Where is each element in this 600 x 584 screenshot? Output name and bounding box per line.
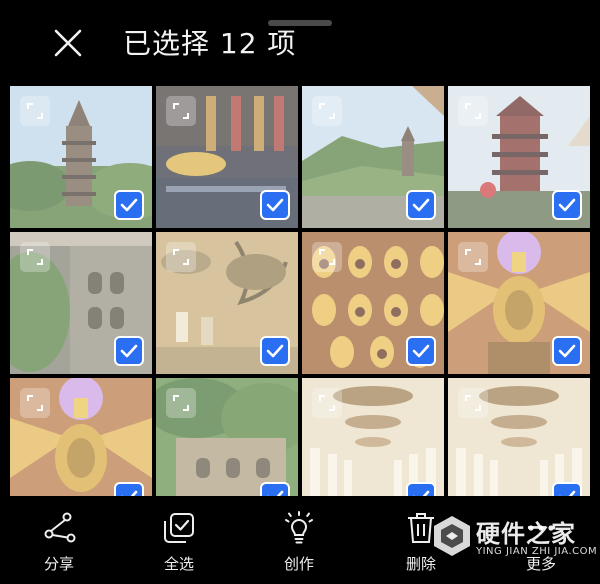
selected-checkbox[interactable] bbox=[260, 482, 290, 496]
watermark-logo-icon bbox=[434, 516, 470, 556]
expand-button[interactable] bbox=[458, 96, 488, 126]
expand-icon bbox=[465, 103, 481, 119]
checkmark-icon bbox=[558, 198, 576, 212]
expand-icon bbox=[173, 395, 189, 411]
photo-tile[interactable] bbox=[156, 232, 298, 374]
selected-checkbox[interactable] bbox=[260, 336, 290, 366]
create-label: 创作 bbox=[283, 555, 314, 573]
checkmark-icon bbox=[120, 198, 138, 212]
checkmark-icon bbox=[558, 344, 576, 358]
watermark-text: 硬件之家 bbox=[476, 520, 576, 548]
expand-icon bbox=[319, 103, 335, 119]
selected-checkbox[interactable] bbox=[406, 190, 436, 220]
photo-tile[interactable] bbox=[10, 378, 152, 496]
selected-checkbox[interactable] bbox=[406, 336, 436, 366]
share-icon bbox=[44, 512, 76, 543]
photo-tile[interactable] bbox=[302, 232, 444, 374]
checkmark-icon bbox=[267, 490, 284, 496]
expand-button[interactable] bbox=[312, 388, 342, 418]
expand-icon bbox=[27, 103, 43, 119]
expand-button[interactable] bbox=[312, 242, 342, 272]
selected-checkbox[interactable] bbox=[406, 482, 436, 496]
photo-tile[interactable] bbox=[10, 86, 152, 228]
expand-icon bbox=[465, 395, 481, 411]
create-icon bbox=[285, 511, 313, 544]
expand-icon bbox=[173, 249, 189, 265]
photo-tile[interactable] bbox=[156, 86, 298, 228]
close-button[interactable] bbox=[52, 27, 84, 59]
expand-icon bbox=[465, 249, 481, 265]
expand-button[interactable] bbox=[166, 96, 196, 126]
create-button[interactable]: 创作 bbox=[254, 510, 344, 574]
expand-button[interactable] bbox=[20, 242, 50, 272]
photo-grid bbox=[0, 86, 600, 496]
photo-tile[interactable] bbox=[156, 378, 298, 496]
selection-title: 已选择 12 项 bbox=[123, 27, 297, 60]
selected-checkbox[interactable] bbox=[552, 190, 582, 220]
expand-icon bbox=[173, 103, 189, 119]
selected-checkbox[interactable] bbox=[552, 336, 582, 366]
checkmark-icon bbox=[266, 344, 284, 358]
photo-tile[interactable] bbox=[302, 378, 444, 496]
watermark-subtext: YING JIAN ZHI JIA.COM bbox=[476, 546, 598, 557]
share-button[interactable]: 分享 bbox=[14, 510, 104, 574]
selected-checkbox[interactable] bbox=[260, 190, 290, 220]
selected-checkbox[interactable] bbox=[114, 190, 144, 220]
expand-icon bbox=[27, 249, 43, 265]
photo-tile[interactable] bbox=[302, 86, 444, 228]
photo-tile[interactable] bbox=[448, 232, 590, 374]
selected-checkbox[interactable] bbox=[114, 482, 144, 496]
checkmark-icon bbox=[120, 344, 138, 358]
expand-icon bbox=[27, 395, 43, 411]
expand-button[interactable] bbox=[20, 388, 50, 418]
share-label: 分享 bbox=[43, 555, 74, 573]
expand-button[interactable] bbox=[166, 388, 196, 418]
checkmark-icon bbox=[266, 198, 284, 212]
photo-tile[interactable] bbox=[10, 232, 152, 374]
checkmark-icon bbox=[413, 490, 430, 496]
photo-tile[interactable] bbox=[448, 378, 590, 496]
expand-icon bbox=[319, 395, 335, 411]
selected-checkbox[interactable] bbox=[552, 482, 582, 496]
select-all-icon bbox=[164, 513, 194, 543]
expand-button[interactable] bbox=[20, 96, 50, 126]
expand-button[interactable] bbox=[166, 242, 196, 272]
selected-checkbox[interactable] bbox=[114, 336, 144, 366]
photo-tile[interactable] bbox=[448, 86, 590, 228]
expand-button[interactable] bbox=[312, 96, 342, 126]
expand-button[interactable] bbox=[458, 388, 488, 418]
expand-button[interactable] bbox=[458, 242, 488, 272]
expand-icon bbox=[319, 249, 335, 265]
watermark: 硬件之家 YING JIAN ZHI JIA.COM bbox=[432, 510, 597, 570]
select-all-button[interactable]: 全选 bbox=[134, 510, 224, 574]
select-all-label: 全选 bbox=[163, 555, 194, 573]
checkmark-icon bbox=[412, 344, 430, 358]
close-icon bbox=[54, 29, 82, 57]
checkmark-icon bbox=[121, 490, 138, 496]
checkmark-icon bbox=[412, 198, 430, 212]
checkmark-icon bbox=[559, 490, 576, 496]
